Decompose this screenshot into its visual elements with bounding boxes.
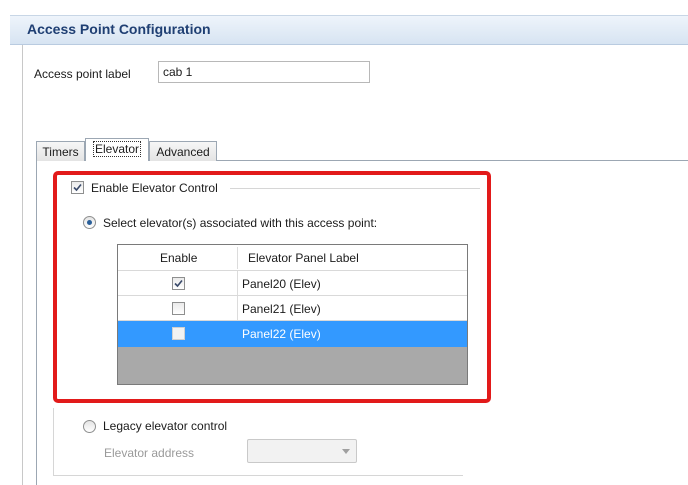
table-row[interactable]: Panel21 (Elev): [118, 296, 467, 321]
column-header-enable[interactable]: Enable: [160, 251, 197, 265]
access-point-input[interactable]: [158, 61, 370, 83]
elevator-address-dropdown[interactable]: [247, 439, 357, 463]
enable-elevator-checkbox[interactable]: [71, 181, 84, 194]
column-header-label[interactable]: Elevator Panel Label: [248, 251, 359, 265]
tab-advanced[interactable]: Advanced: [149, 141, 217, 161]
row-enable-checkbox[interactable]: [172, 302, 185, 315]
column-separator: [237, 296, 238, 320]
column-separator: [237, 321, 238, 345]
group-box-line: [53, 475, 463, 476]
row-enable-checkbox[interactable]: [172, 277, 185, 290]
elevator-table: Enable Elevator Panel Label Panel20 (Ele…: [117, 244, 468, 385]
tab-timers[interactable]: Timers: [36, 141, 85, 161]
row-panel-label: Panel22 (Elev): [242, 327, 321, 341]
legacy-elevator-label: Legacy elevator control: [103, 419, 228, 433]
tab-elevator-label: Elevator: [92, 141, 142, 157]
access-point-label: Access point label: [34, 67, 131, 81]
row-panel-label: Panel21 (Elev): [242, 302, 321, 316]
elevator-address-label: Elevator address: [104, 446, 195, 460]
row-enable-checkbox[interactable]: [172, 327, 185, 340]
enable-elevator-label: Enable Elevator Control: [91, 181, 218, 195]
table-header: Enable Elevator Panel Label: [118, 245, 467, 271]
table-row[interactable]: Panel20 (Elev): [118, 271, 467, 296]
row-panel-label: Panel20 (Elev): [242, 277, 321, 291]
column-separator: [237, 271, 238, 295]
check-icon: [73, 183, 82, 192]
group-box-line: [230, 188, 480, 189]
table-row-selected[interactable]: Panel22 (Elev): [118, 321, 467, 347]
legacy-elevator-radio[interactable]: [83, 420, 96, 433]
select-elevators-radio[interactable]: [83, 216, 96, 229]
select-elevators-label: Select elevator(s) associated with this …: [103, 216, 378, 230]
table-empty-area: [118, 347, 467, 384]
check-icon: [174, 279, 183, 288]
group-box-line: [53, 408, 54, 475]
radio-dot: [87, 220, 92, 225]
column-separator: [237, 247, 238, 269]
config-header: Access Point Configuration: [10, 15, 688, 45]
chevron-down-icon: [342, 449, 350, 454]
page-title: Access Point Configuration: [27, 21, 211, 37]
tab-elevator[interactable]: Elevator: [85, 138, 149, 161]
